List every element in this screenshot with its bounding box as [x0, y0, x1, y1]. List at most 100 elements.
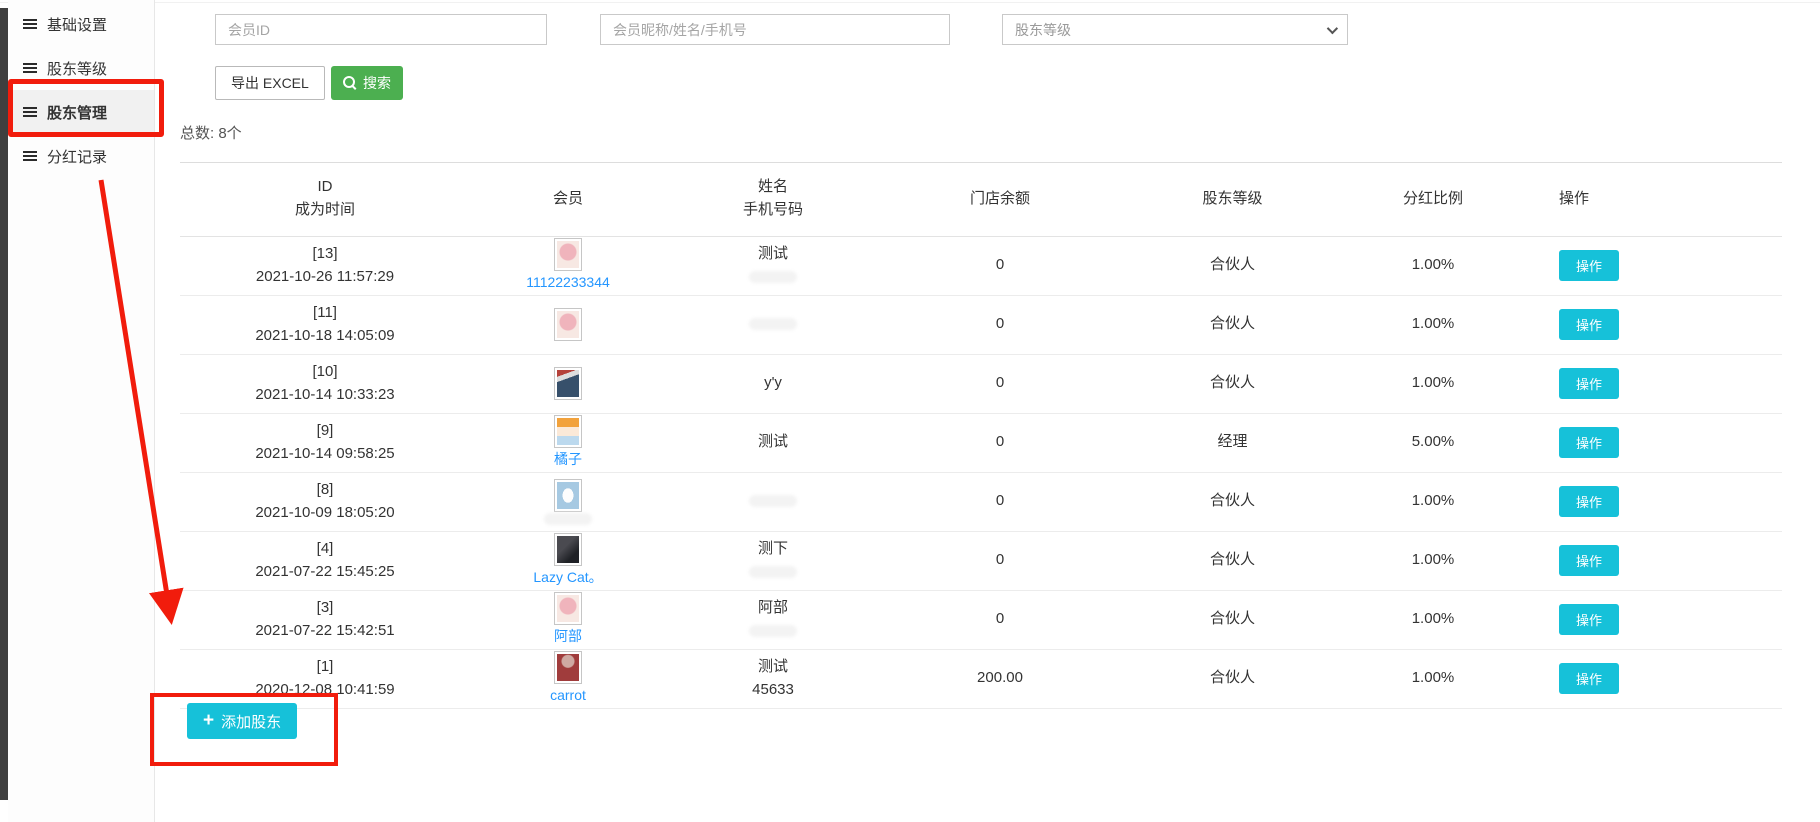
- shareholder-table: ID 成为时间 会员 姓名 手机号码 门店余额 股东等级 分红比例 操作 [13…: [180, 162, 1782, 709]
- id-time-cell: [4] 2021-07-22 15:45:25: [180, 531, 470, 590]
- dividend-ratio-cell: 5.00%: [1345, 413, 1521, 472]
- table-row: [13] 2021-10-26 11:57:29 11122233344 测试 …: [180, 236, 1782, 295]
- row-action-button[interactable]: 操作: [1559, 309, 1619, 340]
- dividend-ratio-cell: 1.00%: [1345, 354, 1521, 413]
- member-link[interactable]: Lazy Cat。: [533, 567, 602, 588]
- name-phone-cell: 阿部: [666, 590, 880, 649]
- shareholder-level-cell: 合伙人: [1120, 472, 1345, 531]
- sidebar-item[interactable]: 股东等级: [8, 46, 154, 90]
- member-name: 测试: [666, 656, 880, 679]
- dividend-ratio-cell: 1.00%: [1345, 590, 1521, 649]
- keyword-input[interactable]: [600, 14, 950, 45]
- member-cell: [470, 354, 666, 413]
- member-name: 测下: [666, 538, 880, 561]
- redacted-area: [749, 495, 797, 507]
- id-time-cell: [1] 2020-12-08 10:41:59: [180, 649, 470, 708]
- sidebar-item-label: 分红记录: [47, 146, 107, 167]
- action-cell: 操作: [1521, 531, 1782, 590]
- member-avatar: [554, 651, 582, 684]
- member-link[interactable]: 11122233344: [526, 272, 610, 293]
- sidebar-item[interactable]: 分红记录: [8, 134, 154, 178]
- table-row: [3] 2021-07-22 15:42:51 阿部 阿部 0 合伙人 1.00…: [180, 590, 1782, 649]
- total-count-text: 总数: 8个: [180, 122, 242, 143]
- member-name: 测试: [666, 243, 880, 266]
- member-cell-inner: [470, 367, 666, 400]
- become-time: 2021-10-26 11:57:29: [180, 266, 470, 289]
- member-link[interactable]: 阿部: [554, 626, 582, 647]
- member-cell-inner: Lazy Cat。: [470, 533, 666, 588]
- redacted-area: [749, 318, 797, 330]
- sidebar-item-label: 股东管理: [47, 102, 107, 123]
- store-balance-cell: 0: [880, 472, 1120, 531]
- list-icon: [23, 19, 37, 21]
- row-action-button[interactable]: 操作: [1559, 545, 1619, 576]
- level-select[interactable]: 股东等级: [1002, 14, 1348, 45]
- member-cell: Lazy Cat。: [470, 531, 666, 590]
- id-time-cell: [11] 2021-10-18 14:05:09: [180, 295, 470, 354]
- shareholder-id: [8]: [180, 479, 470, 502]
- dividend-ratio-cell: 1.00%: [1345, 295, 1521, 354]
- name-phone-cell: [666, 472, 880, 531]
- shareholder-level-cell: 合伙人: [1120, 649, 1345, 708]
- action-cell: 操作: [1521, 413, 1782, 472]
- sidebar-item[interactable]: 股东管理: [8, 90, 154, 134]
- sidebar-item[interactable]: 基础设置: [8, 2, 154, 46]
- member-avatar: [554, 415, 582, 448]
- shareholder-level-cell: 合伙人: [1120, 531, 1345, 590]
- sidebar-item-label: 基础设置: [47, 14, 107, 35]
- member-phone: [666, 561, 880, 584]
- member-cell-inner: [470, 479, 666, 525]
- member-avatar: [554, 238, 582, 271]
- redacted-area: [544, 513, 592, 525]
- header-member: 会员: [470, 163, 666, 237]
- shareholder-level-cell: 合伙人: [1120, 236, 1345, 295]
- sidebar-item-label: 股东等级: [47, 58, 107, 79]
- member-avatar: [554, 367, 582, 400]
- name-phone-cell: 测试 45633: [666, 649, 880, 708]
- row-action-button[interactable]: 操作: [1559, 486, 1619, 517]
- member-name: 阿部: [666, 597, 880, 620]
- table-row: [8] 2021-10-09 18:05:20 0 合伙人 1.00% 操作: [180, 472, 1782, 531]
- member-cell-inner: 橘子: [470, 415, 666, 470]
- left-edge-strip: [0, 8, 8, 800]
- become-time: 2021-10-14 10:33:23: [180, 384, 470, 407]
- member-phone: [666, 266, 880, 289]
- row-action-button[interactable]: 操作: [1559, 368, 1619, 399]
- id-time-cell: [13] 2021-10-26 11:57:29: [180, 236, 470, 295]
- shareholder-id: [13]: [180, 243, 470, 266]
- header-name-phone: 姓名 手机号码: [666, 163, 880, 237]
- header-id-time: ID 成为时间: [180, 163, 470, 237]
- table-header-row: ID 成为时间 会员 姓名 手机号码 门店余额 股东等级 分红比例 操作: [180, 163, 1782, 237]
- dividend-ratio-cell: 1.00%: [1345, 649, 1521, 708]
- member-name: [666, 490, 880, 513]
- page-top-divider: [0, 2, 1820, 3]
- export-excel-button[interactable]: 导出 EXCEL: [215, 66, 325, 100]
- chevron-down-icon: [1327, 22, 1338, 33]
- row-action-button[interactable]: 操作: [1559, 663, 1619, 694]
- row-action-button[interactable]: 操作: [1559, 427, 1619, 458]
- dividend-ratio-cell: 1.00%: [1345, 531, 1521, 590]
- search-button-label: 搜索: [363, 73, 391, 93]
- search-button[interactable]: 搜索: [331, 66, 403, 100]
- search-icon: [343, 76, 357, 90]
- id-time-cell: [3] 2021-07-22 15:42:51: [180, 590, 470, 649]
- member-avatar: [554, 479, 582, 512]
- list-icon: [23, 151, 37, 153]
- member-link[interactable]: 橘子: [554, 449, 582, 470]
- row-action-button[interactable]: 操作: [1559, 604, 1619, 635]
- shareholder-id: [9]: [180, 420, 470, 443]
- member-link[interactable]: carrot: [550, 685, 586, 706]
- plus-icon: +: [203, 711, 214, 730]
- shareholder-id: [3]: [180, 597, 470, 620]
- redacted-area: [749, 271, 797, 283]
- shareholder-level-cell: 经理: [1120, 413, 1345, 472]
- name-phone-cell: 测试: [666, 413, 880, 472]
- row-action-button[interactable]: 操作: [1559, 250, 1619, 281]
- member-name: [666, 313, 880, 336]
- id-time-cell: [8] 2021-10-09 18:05:20: [180, 472, 470, 531]
- table-row: [1] 2020-12-08 10:41:59 carrot 测试 45633 …: [180, 649, 1782, 708]
- add-shareholder-button[interactable]: + 添加股东: [187, 703, 297, 739]
- shareholder-id: [4]: [180, 538, 470, 561]
- member-id-input[interactable]: [215, 14, 547, 45]
- table-row: [4] 2021-07-22 15:45:25 Lazy Cat。 测下 0 合…: [180, 531, 1782, 590]
